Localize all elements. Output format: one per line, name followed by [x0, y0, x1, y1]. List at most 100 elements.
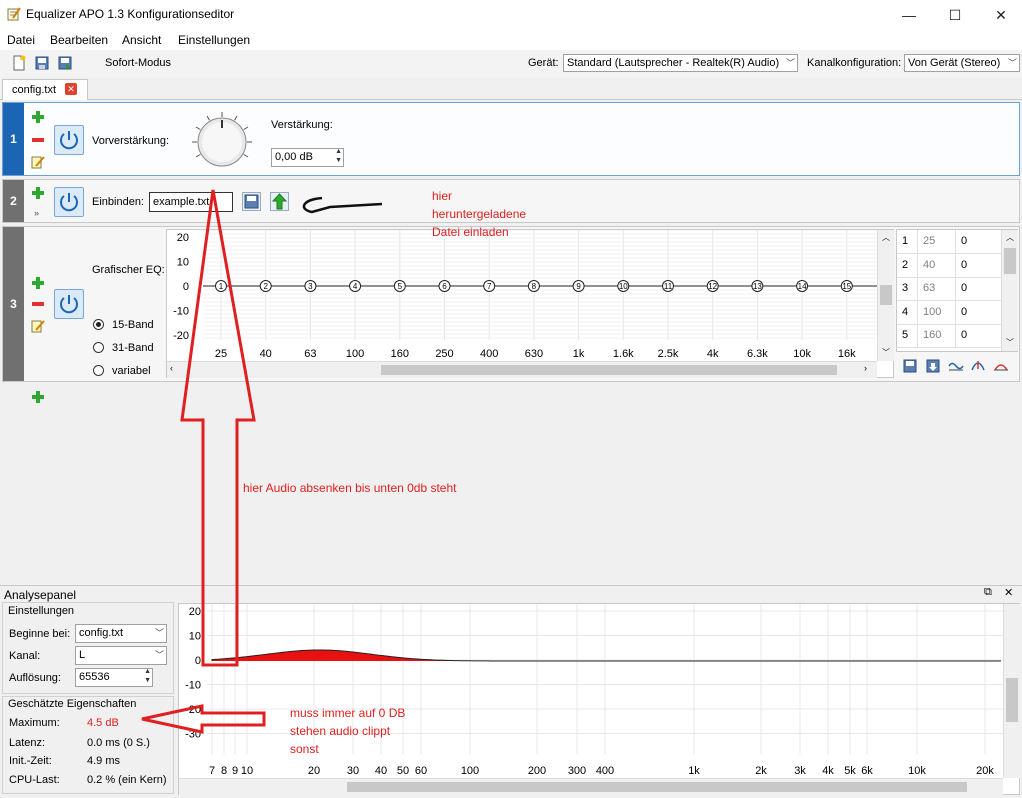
table-cell[interactable]: 0 [961, 329, 967, 341]
scroll-down-icon[interactable]: ﹀ [1006, 337, 1014, 348]
eq-graph[interactable]: 20 10 0 -10 -20 25 40 63 100 160 250 400 630 1k 1.6k 2.… [166, 229, 894, 378]
table-cell[interactable]: 0 [961, 282, 967, 294]
invert-response-icon[interactable] [970, 358, 986, 374]
analysis-vertical-scrollbar[interactable] [1003, 604, 1020, 778]
import-icon[interactable] [925, 358, 941, 374]
add-filter-icon[interactable] [31, 186, 45, 200]
open-include-button[interactable] [270, 192, 289, 211]
frequency-response-graph[interactable]: 20 10 0 -10 -20 -30 7 8 9 10 20 30 40 50 60 100 200 300 40… [178, 603, 1020, 795]
chevron-down-icon: ﹀ [1007, 58, 1017, 68]
scroll-thumb[interactable] [381, 365, 837, 375]
table-cell[interactable]: 25 [923, 235, 935, 247]
device-select[interactable]: Standard (Lautsprecher - Realtek(R) Audi… [563, 54, 798, 72]
eq-graph-canvas[interactable]: 20100-10-2025 40 63 100 160 250 400 630 1k 1.6k 2.… [167, 230, 877, 361]
include-file-input[interactable]: example.txt [149, 192, 233, 212]
scroll-thumb[interactable] [1004, 248, 1016, 274]
menu-settings[interactable]: Einstellungen [178, 33, 250, 47]
power-toggle-button[interactable] [54, 187, 84, 217]
resolution-spinbox[interactable]: 65536 ▲ ▼ [75, 668, 153, 687]
expand-icon[interactable]: » [34, 208, 39, 218]
remove-filter-icon[interactable] [31, 299, 45, 309]
close-tab-icon[interactable]: ✕ [65, 83, 77, 95]
scroll-right-icon[interactable]: › [864, 363, 867, 373]
menu-edit[interactable]: Bearbeiten [50, 33, 108, 47]
table-row[interactable]: 2 40 0 [897, 253, 1001, 278]
save-disk-icon[interactable] [902, 358, 918, 374]
channel-config-select[interactable]: Von Gerät (Stereo) ﹀ [904, 54, 1020, 72]
table-cell[interactable]: 0 [961, 259, 967, 271]
reset-response-icon[interactable] [993, 358, 1009, 374]
channel-select[interactable]: L ﹀ [75, 646, 167, 665]
save-as-icon[interactable] [57, 55, 73, 71]
column-divider [955, 300, 956, 324]
radio-31-band[interactable] [93, 342, 104, 353]
analysis-horizontal-scrollbar[interactable] [179, 778, 1003, 795]
scroll-left-icon[interactable]: ‹ [170, 363, 173, 373]
latency-label: Latenz: [9, 737, 46, 749]
scroll-down-icon[interactable]: ﹀ [882, 347, 890, 358]
x-tick-label: 300 [568, 765, 586, 777]
maximize-button[interactable]: ☐ [932, 0, 978, 30]
table-vertical-scrollbar[interactable]: ︿ ﹀ [1001, 230, 1018, 351]
table-cell[interactable]: 63 [923, 282, 935, 294]
minimize-button[interactable]: — [886, 0, 932, 30]
new-file-icon[interactable] [11, 55, 27, 71]
table-cell[interactable]: 160 [923, 329, 941, 341]
eq-node-label: 12 [708, 282, 717, 291]
column-divider [955, 324, 956, 347]
table-row[interactable]: 3 63 0 [897, 277, 1001, 301]
table-cell[interactable]: 3 [902, 282, 908, 294]
scroll-thumb[interactable] [1006, 678, 1018, 722]
close-panel-icon[interactable]: ✕ [1004, 586, 1013, 599]
table-cell[interactable]: 2 [902, 259, 908, 271]
radio-variable[interactable] [93, 365, 104, 376]
add-filter-icon[interactable] [31, 276, 45, 290]
resolution-label: Auflösung: [9, 672, 61, 684]
tab-config[interactable]: config.txt ✕ [2, 79, 88, 100]
spin-arrows-icon[interactable]: ▲ ▼ [144, 669, 151, 685]
browse-button[interactable] [242, 192, 261, 211]
edit-filter-icon[interactable] [31, 155, 45, 169]
open-file-icon[interactable] [34, 55, 50, 71]
column-divider [955, 253, 956, 277]
table-cell[interactable]: 100 [923, 306, 941, 318]
close-button[interactable]: ✕ [978, 0, 1022, 30]
scroll-up-icon[interactable]: ︿ [882, 232, 890, 243]
x-tick-label: 9 [232, 765, 238, 777]
radio-15-band[interactable] [93, 319, 104, 330]
table-cell[interactable]: 0 [961, 306, 967, 318]
table-row[interactable]: 5 160 0 [897, 324, 1001, 348]
eq-vertical-scrollbar[interactable]: ︿ ﹀ [877, 230, 894, 361]
gain-spinbox[interactable]: 0,00 dB ▲ ▼ [271, 148, 344, 167]
add-filter-icon[interactable] [31, 390, 45, 404]
remove-filter-icon[interactable] [31, 135, 45, 145]
y-tick-label: -30 [185, 729, 201, 741]
spin-arrows-icon[interactable]: ▲ ▼ [335, 149, 342, 165]
scroll-up-icon[interactable]: ︿ [1006, 232, 1014, 243]
eq-horizontal-scrollbar[interactable]: ‹ › [167, 361, 877, 378]
table-row[interactable]: 4 100 0 [897, 300, 1001, 325]
scroll-thumb[interactable] [880, 285, 892, 305]
eq-node-label: 4 [353, 282, 358, 291]
gain-knob[interactable] [191, 111, 253, 173]
table-cell[interactable]: 40 [923, 259, 935, 271]
table-cell[interactable]: 5 [902, 329, 908, 341]
x-tick-label: 10k [908, 765, 926, 777]
menu-view[interactable]: Ansicht [122, 33, 161, 47]
table-cell[interactable]: 4 [902, 306, 908, 318]
table-row[interactable]: 1 25 0 [897, 230, 1001, 254]
start-at-select[interactable]: config.txt ﹀ [75, 624, 167, 643]
normalize-icon[interactable] [948, 358, 964, 374]
power-toggle-button[interactable] [54, 289, 84, 319]
undock-icon[interactable]: ⧉ [984, 586, 992, 599]
menu-file[interactable]: Datei [7, 33, 35, 47]
edit-filter-icon[interactable] [31, 319, 45, 333]
power-toggle-button[interactable] [54, 125, 84, 155]
table-cell[interactable]: 1 [902, 235, 908, 247]
chevron-down-icon: ﹀ [785, 58, 795, 68]
table-cell[interactable]: 0 [961, 235, 967, 247]
scroll-thumb[interactable] [347, 782, 967, 792]
add-filter-icon[interactable] [31, 110, 45, 124]
eq-band-table[interactable]: 1 25 0 2 40 0 3 63 0 4 100 0 5 160 0 ︿ ﹀ [896, 229, 1018, 352]
column-divider [917, 277, 918, 300]
